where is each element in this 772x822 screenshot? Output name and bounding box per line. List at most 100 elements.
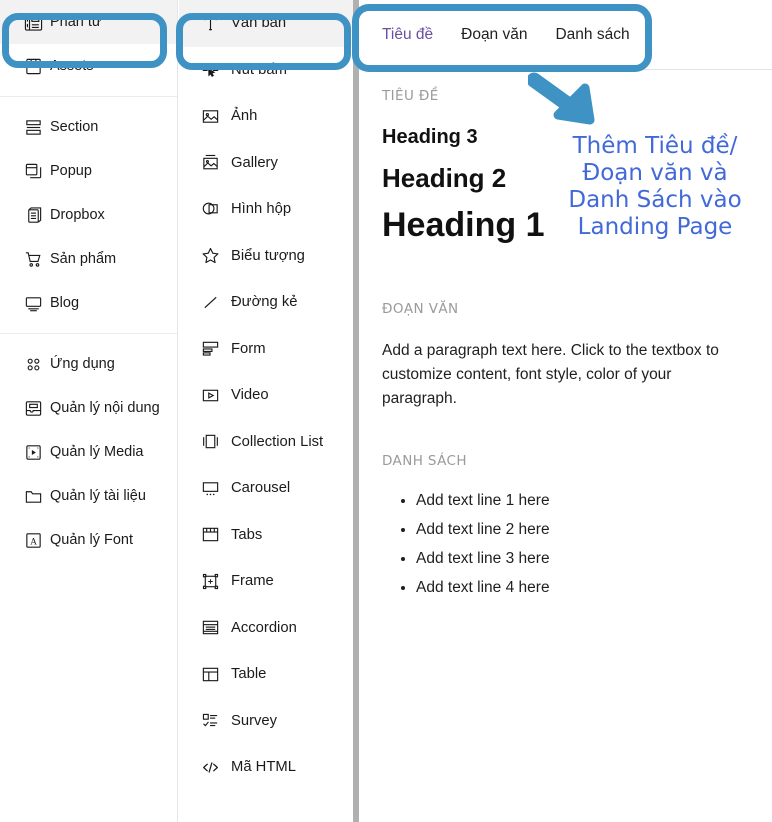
sidebar-item-label: Popup [50, 163, 92, 179]
sidebar-item-label: Phần tử [50, 14, 102, 30]
sidebar-item-quan-ly-tai-lieu[interactable]: Quản lý tài liệu [0, 474, 177, 518]
element-item-label: Tabs [231, 526, 263, 543]
heading-1-preview[interactable]: Heading 1 [382, 206, 772, 245]
element-item-table[interactable]: Table [179, 651, 353, 698]
element-item-hinh-hop[interactable]: Hình hộp [179, 186, 353, 233]
element-item-label: Survey [231, 712, 278, 729]
table-icon [201, 665, 231, 684]
list-section-label: DANH SÁCH [382, 453, 467, 470]
element-item-carousel[interactable]: Carousel [179, 465, 353, 512]
bookmark-icon [24, 57, 50, 76]
sidebar-item-quan-ly-font[interactable]: A Quản lý Font [0, 518, 177, 562]
element-item-accordion[interactable]: Accordion [179, 605, 353, 652]
sidebar-item-assets[interactable]: Assets [0, 44, 177, 88]
folder-icon [24, 487, 50, 506]
sidebar-item-ung-dung[interactable]: Ứng dụng [0, 342, 177, 386]
tabs-icon [201, 525, 231, 544]
element-item-label: Carousel [231, 480, 291, 497]
element-item-label: Đường kẻ [231, 294, 298, 311]
media-manager-icon [24, 443, 50, 462]
gallery-icon [201, 153, 231, 172]
section-icon [24, 118, 50, 137]
list-item[interactable]: Add text line 3 here [416, 547, 772, 571]
star-icon [201, 246, 231, 265]
element-item-label: Form [231, 340, 266, 357]
blog-icon [24, 294, 50, 313]
app-root: Phần tử Assets Section Popup Dropbox Sản… [0, 0, 772, 822]
carousel-icon [201, 479, 231, 498]
paragraph-section-label: ĐOẠN VĂN [382, 301, 459, 317]
sidebar-item-label: Blog [50, 295, 80, 311]
dropbox-icon [24, 206, 50, 225]
sidebar-item-label: Sản phẩm [50, 251, 117, 267]
code-icon [201, 758, 231, 777]
element-item-video[interactable]: Video [179, 372, 353, 419]
sidebar-item-popup[interactable]: Popup [0, 149, 177, 193]
list-item[interactable]: Add text line 2 here [416, 518, 772, 542]
survey-icon [201, 711, 231, 730]
sidebar-group-structure: Section Popup Dropbox Sản phẩm Blog [0, 105, 177, 325]
element-item-survey[interactable]: Survey [179, 698, 353, 745]
shape-icon [201, 200, 231, 219]
heading-3-preview[interactable]: Heading 3 [382, 126, 772, 149]
list-item[interactable]: Add text line 1 here [416, 489, 772, 513]
sidebar-item-label: Ứng dụng [50, 356, 115, 372]
tab-doan-van[interactable]: Đoạn văn [461, 26, 527, 44]
sidebar-group-manage: Ứng dụng Quản lý nội dung Quản lý Media … [0, 342, 177, 562]
font-icon: A [24, 531, 50, 550]
sidebar-item-san-pham[interactable]: Sản phẩm [0, 237, 177, 281]
heading-2-preview[interactable]: Heading 2 [382, 163, 772, 194]
paragraph-preview[interactable]: Add a paragraph text here. Click to the … [382, 339, 737, 411]
element-item-van-ban[interactable]: Văn bản [179, 0, 353, 47]
element-item-tabs[interactable]: Tabs [179, 512, 353, 559]
preview-tabbar: Tiêu đề Đoạn văn Danh sách [359, 0, 772, 70]
sidebar-item-label: Quản lý Font [50, 532, 134, 548]
tab-tieu-de[interactable]: Tiêu đề [382, 26, 433, 44]
frame-icon [201, 572, 231, 591]
sidebar-group-primary: Phần tử Assets [0, 0, 177, 88]
line-icon [201, 293, 231, 312]
list-preview[interactable]: Add text line 1 here Add text line 2 her… [382, 489, 772, 600]
list-item[interactable]: Add text line 4 here [416, 576, 772, 600]
sidebar-item-label: Section [50, 119, 99, 135]
element-item-label: Table [231, 666, 267, 683]
element-item-label: Ảnh [231, 108, 258, 125]
element-item-label: Video [231, 387, 269, 404]
element-item-gallery[interactable]: Gallery [179, 140, 353, 187]
main-sidebar: Phần tử Assets Section Popup Dropbox Sản… [0, 0, 178, 822]
apps-grid-icon [24, 355, 50, 374]
element-item-ma-html[interactable]: Mã HTML [179, 744, 353, 791]
accordion-icon [201, 618, 231, 637]
sidebar-item-dropbox[interactable]: Dropbox [0, 193, 177, 237]
elements-panel: Văn bản Nút bấm Ảnh Gallery Hình hộp Biể… [179, 0, 353, 822]
svg-text:A: A [30, 537, 37, 547]
sidebar-item-label: Quản lý tài liệu [50, 488, 146, 504]
image-icon [201, 107, 231, 126]
sidebar-item-quan-ly-media[interactable]: Quản lý Media [0, 430, 177, 474]
elements-icon [24, 13, 50, 32]
collection-list-icon [201, 432, 231, 451]
element-item-duong-ke[interactable]: Đường kẻ [179, 279, 353, 326]
sidebar-item-blog[interactable]: Blog [0, 281, 177, 325]
content-manager-icon [24, 399, 50, 418]
element-item-label: Biểu tượng [231, 247, 305, 264]
element-item-anh[interactable]: Ảnh [179, 93, 353, 140]
sidebar-item-label: Assets [50, 58, 94, 74]
element-item-nut-bam[interactable]: Nút bấm [179, 47, 353, 94]
element-item-collection-list[interactable]: Collection List [179, 419, 353, 466]
element-item-label: Hình hộp [231, 201, 292, 218]
element-item-label: Collection List [231, 433, 324, 450]
button-cursor-icon [201, 60, 231, 79]
element-item-frame[interactable]: Frame [179, 558, 353, 605]
cart-icon [24, 250, 50, 269]
tab-danh-sach[interactable]: Danh sách [555, 26, 629, 44]
element-item-label: Văn bản [231, 15, 287, 32]
video-play-icon [201, 386, 231, 405]
sidebar-item-section[interactable]: Section [0, 105, 177, 149]
element-item-bieu-tuong[interactable]: Biểu tượng [179, 233, 353, 280]
element-item-form[interactable]: Form [179, 326, 353, 373]
sidebar-item-phan-tu[interactable]: Phần tử [0, 0, 177, 44]
sidebar-item-label: Dropbox [50, 207, 105, 223]
sidebar-item-quan-ly-noi-dung[interactable]: Quản lý nội dung [0, 386, 177, 430]
text-t-icon [201, 14, 231, 33]
